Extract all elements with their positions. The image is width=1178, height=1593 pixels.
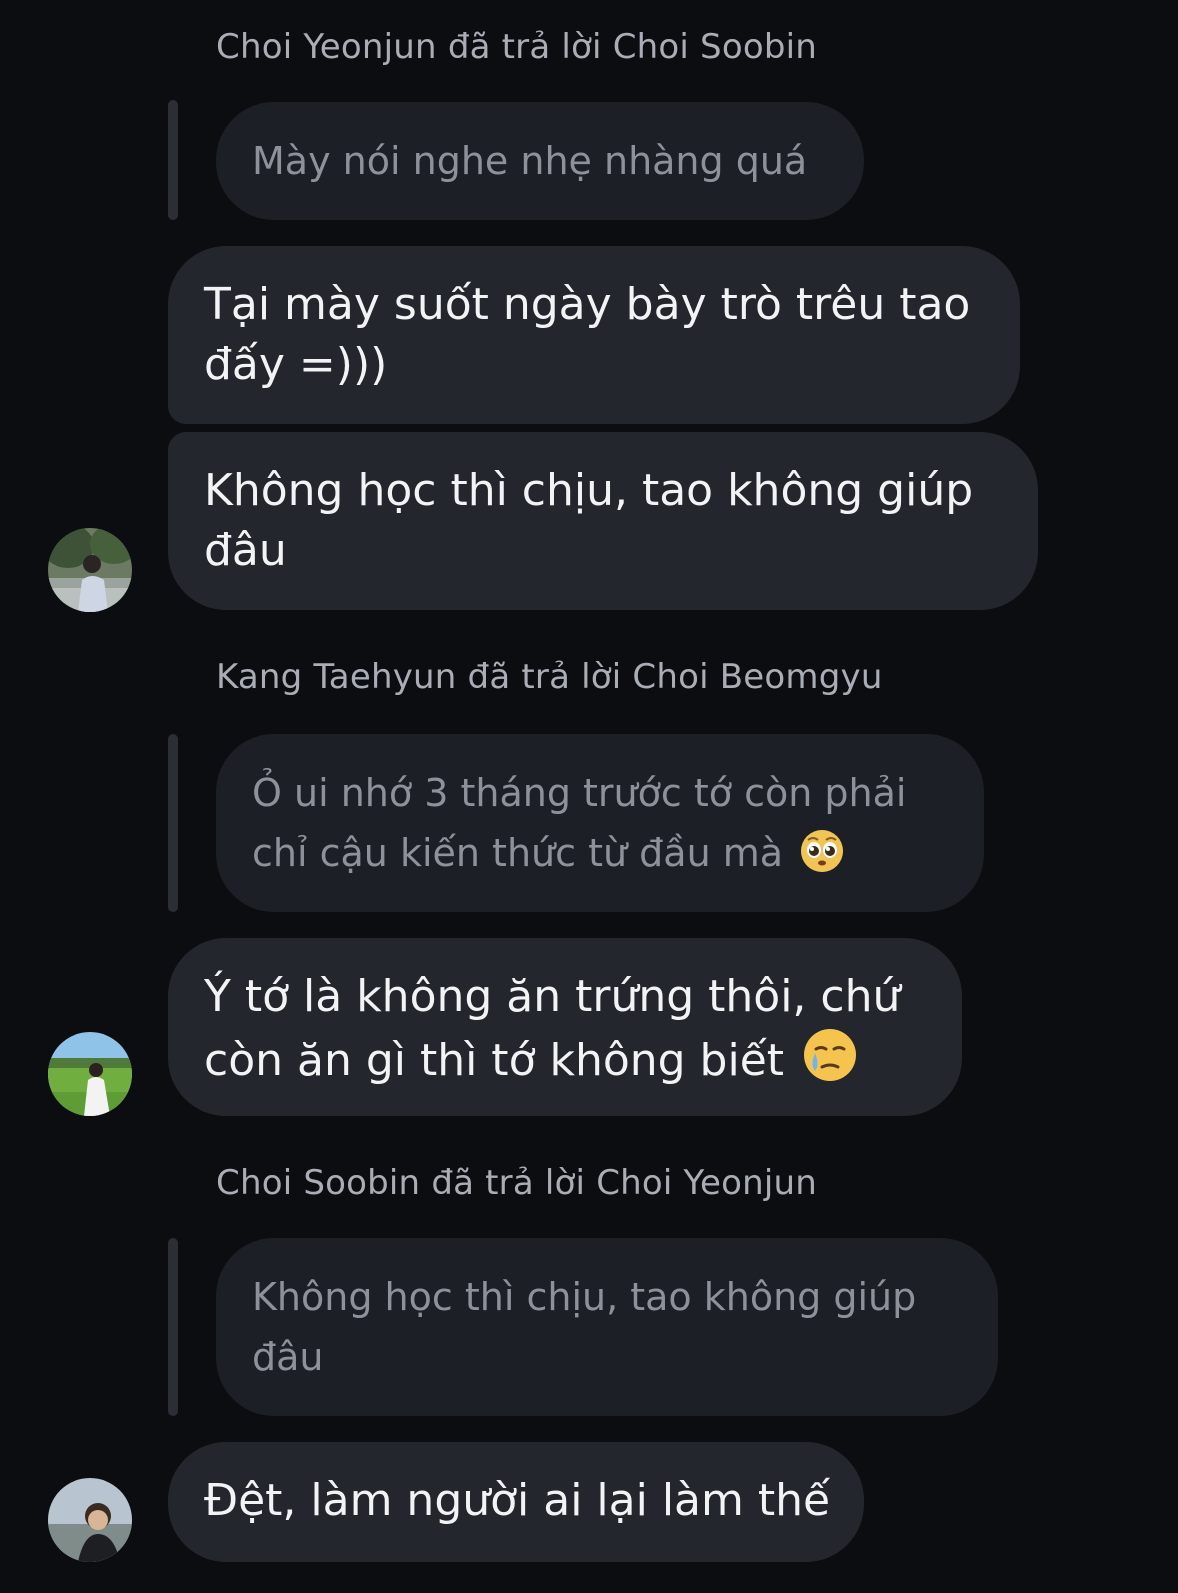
message-bubble[interactable]: Tại mày suốt ngày bày trò trêu tao đấy =…	[168, 246, 1020, 424]
message-text-line: Đệt, làm người ai lại làm thế	[204, 1475, 831, 1526]
sender-avatar[interactable]	[48, 1478, 132, 1562]
reply-header: Choi Soobin đã trả lời Choi Yeonjun	[216, 1163, 818, 1203]
message-bubble[interactable]: Đệt, làm người ai lại làm thế	[168, 1442, 864, 1562]
reply-header: Choi Yeonjun đã trả lời Choi Soobin	[216, 27, 818, 67]
quoted-message-bubble[interactable]: Ỏ ui nhớ 3 tháng trước tớ còn phải chỉ c…	[216, 734, 984, 912]
quoted-message-text-line: chỉ cậu kiến thức từ đầu mà	[252, 823, 948, 891]
reply-indicator-bar	[168, 1238, 178, 1416]
message-text-line: Ý tớ là không ăn trứng thôi, chứ	[204, 971, 901, 1022]
profile-photo-icon	[48, 528, 132, 612]
profile-photo-icon	[48, 1032, 132, 1116]
message-text-line: còn ăn gì thì tớ không biết	[204, 1027, 926, 1099]
face-holding-back-tears-icon	[802, 1027, 858, 1099]
sender-avatar[interactable]	[48, 528, 132, 612]
message-bubble[interactable]: Ý tớ là không ăn trứng thôi, chứ còn ăn …	[168, 938, 962, 1116]
message-bubble[interactable]: Không học thì chịu, tao không giúp đâu	[168, 432, 1038, 610]
reply-indicator-bar	[168, 100, 178, 220]
message-text-line: Không học thì chịu, tao không giúp	[204, 465, 974, 516]
quoted-message-bubble[interactable]: Mày nói nghe nhẹ nhàng quá	[216, 102, 864, 220]
quoted-message-text-line: Ỏ ui nhớ 3 tháng trước tớ còn phải	[252, 771, 907, 815]
quoted-message-text-line: Không học thì chịu, tao không giúp	[252, 1275, 917, 1319]
quoted-message-text-line: đâu	[252, 1335, 324, 1379]
quoted-message-text: Mày nói nghe nhẹ nhàng quá	[252, 139, 808, 183]
quoted-message-bubble[interactable]: Không học thì chịu, tao không giúp đâu	[216, 1238, 998, 1416]
reply-header: Kang Taehyun đã trả lời Choi Beomgyu	[216, 657, 883, 697]
message-text-line: Tại mày suốt ngày bày trò trêu tao	[204, 279, 971, 330]
pleading-face-icon	[799, 828, 845, 891]
profile-photo-icon	[48, 1478, 132, 1562]
sender-avatar[interactable]	[48, 1032, 132, 1116]
message-text-line: đâu	[204, 525, 287, 576]
message-text-line: đấy =)))	[204, 339, 388, 390]
reply-indicator-bar	[168, 734, 178, 912]
